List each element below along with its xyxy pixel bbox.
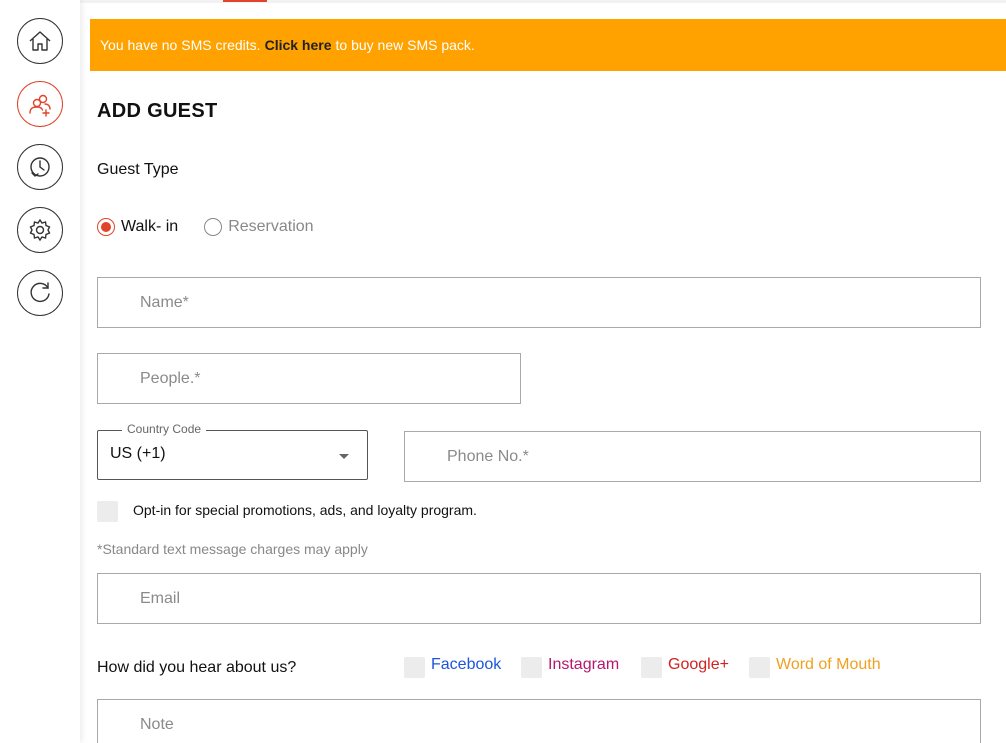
sms-disclaimer: *Standard text message charges may apply xyxy=(97,541,368,557)
reservation-radio-label: Reservation xyxy=(228,218,314,235)
home-icon xyxy=(29,31,51,51)
banner-prefix: You have no SMS credits. xyxy=(100,37,261,53)
top-strip xyxy=(80,0,1006,3)
instagram-checkbox[interactable] xyxy=(521,657,542,678)
refresh-icon xyxy=(30,282,50,303)
settings-button[interactable] xyxy=(17,207,63,253)
name-input[interactable] xyxy=(98,278,980,327)
sms-credit-banner: You have no SMS credits. Click here to b… xyxy=(90,19,1006,71)
history-icon xyxy=(30,157,50,177)
email-field xyxy=(97,573,981,624)
people-input[interactable] xyxy=(98,354,520,403)
add-guest-button[interactable] xyxy=(17,81,63,127)
refresh-button[interactable] xyxy=(17,270,63,316)
walkin-radio-circle xyxy=(97,218,115,236)
country-code-select[interactable]: Country Code US (+1) xyxy=(97,422,368,480)
reservation-radio[interactable]: Reservation xyxy=(204,218,314,236)
word-of-mouth-checkbox[interactable] xyxy=(749,657,770,678)
google-checkbox[interactable] xyxy=(641,657,662,678)
note-textarea[interactable] xyxy=(98,700,980,743)
referral-source-label: How did you hear about us? xyxy=(97,659,297,676)
add-guest-icon xyxy=(29,94,51,117)
phone-field xyxy=(404,431,981,482)
banner-suffix: to buy new SMS pack. xyxy=(335,37,475,53)
optin-label: Opt-in for special promotions, ads, and … xyxy=(133,502,477,518)
instagram-label[interactable]: Instagram xyxy=(548,656,619,674)
facebook-checkbox[interactable] xyxy=(404,657,425,678)
history-button[interactable] xyxy=(17,144,63,190)
home-button[interactable] xyxy=(17,18,63,64)
chevron-down-icon xyxy=(339,454,349,459)
google-label[interactable]: Google+ xyxy=(668,656,729,674)
country-code-label: Country Code xyxy=(122,422,207,436)
reservation-radio-circle xyxy=(204,218,223,236)
name-field xyxy=(97,277,981,328)
guest-type-label: Guest Type xyxy=(97,161,179,178)
active-tab-indicator xyxy=(223,0,267,2)
country-code-value: US (+1) xyxy=(110,445,166,462)
page-title: ADD GUEST xyxy=(97,100,218,122)
people-field xyxy=(97,353,521,404)
email-input[interactable] xyxy=(98,574,980,623)
optin-checkbox[interactable] xyxy=(97,501,118,522)
facebook-label[interactable]: Facebook xyxy=(431,656,501,674)
walkin-radio[interactable]: Walk- in xyxy=(97,218,178,236)
phone-input[interactable] xyxy=(405,432,980,481)
word-of-mouth-label[interactable]: Word of Mouth xyxy=(776,656,881,674)
note-field xyxy=(97,699,981,743)
settings-icon xyxy=(29,218,51,242)
sidebar xyxy=(0,0,80,743)
walkin-radio-label: Walk- in xyxy=(121,218,179,235)
guest-type-radios: Walk- in Reservation xyxy=(97,218,314,236)
buy-sms-link[interactable]: Click here xyxy=(265,37,332,53)
